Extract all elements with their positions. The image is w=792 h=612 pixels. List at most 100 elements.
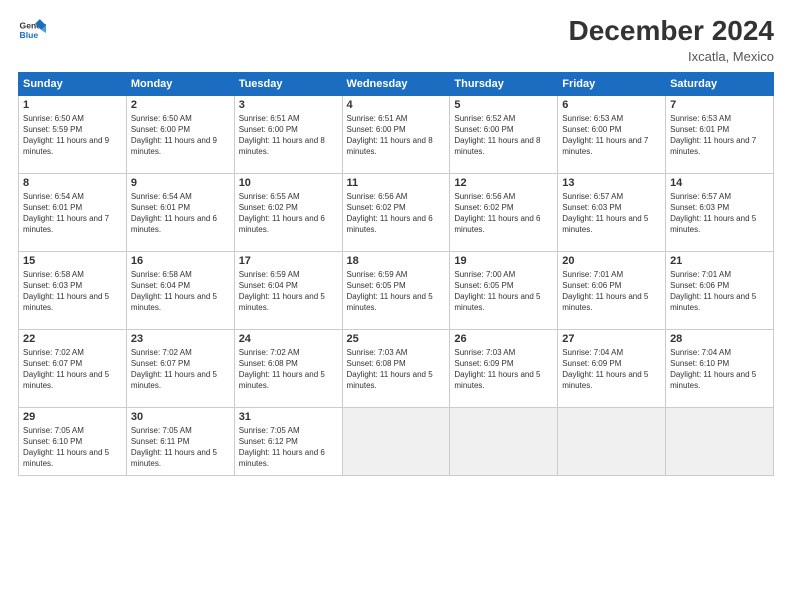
calendar-cell: 1 Sunrise: 6:50 AMSunset: 5:59 PMDaylight…	[19, 95, 127, 173]
day-number: 8	[23, 177, 122, 189]
day-info: Sunrise: 7:00 AMSunset: 6:05 PMDaylight:…	[454, 269, 553, 314]
subtitle: Ixcatla, Mexico	[569, 49, 774, 64]
day-info: Sunrise: 6:56 AMSunset: 6:02 PMDaylight:…	[454, 191, 553, 236]
calendar-cell: 31 Sunrise: 7:05 AMSunset: 6:12 PMDayligh…	[234, 407, 342, 475]
day-number: 11	[347, 177, 446, 189]
day-info: Sunrise: 7:01 AMSunset: 6:06 PMDaylight:…	[670, 269, 769, 314]
day-number: 14	[670, 177, 769, 189]
calendar-cell	[342, 407, 450, 475]
calendar-cell: 19 Sunrise: 7:00 AMSunset: 6:05 PMDayligh…	[450, 251, 558, 329]
calendar-cell: 16Sunrise: 6:58 AMSunset: 6:04 PMDayligh…	[126, 251, 234, 329]
day-info: Sunrise: 7:03 AMSunset: 6:08 PMDaylight:…	[347, 347, 446, 392]
calendar-cell: 24 Sunrise: 7:02 AMSunset: 6:08 PMDayligh…	[234, 329, 342, 407]
day-info: Sunrise: 6:57 AMSunset: 6:03 PMDaylight:…	[562, 191, 661, 236]
day-number: 18	[347, 255, 446, 267]
logo-icon: General Blue	[18, 16, 46, 44]
col-header-saturday: Saturday	[666, 72, 774, 95]
day-info: Sunrise: 6:53 AMSunset: 6:00 PMDaylight:…	[562, 113, 661, 158]
calendar-cell: 27 Sunrise: 7:04 AMSunset: 6:09 PMDayligh…	[558, 329, 666, 407]
svg-text:Blue: Blue	[20, 30, 39, 40]
day-info: Sunrise: 6:57 AMSunset: 6:03 PMDaylight:…	[670, 191, 769, 236]
day-number: 20	[562, 255, 661, 267]
day-info: Sunrise: 6:52 AMSunset: 6:00 PMDaylight:…	[454, 113, 553, 158]
calendar-cell: 3 Sunrise: 6:51 AMSunset: 6:00 PMDaylight…	[234, 95, 342, 173]
calendar-cell: 18 Sunrise: 6:59 AMSunset: 6:05 PMDayligh…	[342, 251, 450, 329]
page: General Blue December 2024 Ixcatla, Mexi…	[0, 0, 792, 612]
day-number: 9	[131, 177, 230, 189]
col-header-sunday: Sunday	[19, 72, 127, 95]
day-number: 2	[131, 99, 230, 111]
calendar-cell: 26 Sunrise: 7:03 AMSunset: 6:09 PMDayligh…	[450, 329, 558, 407]
day-info: Sunrise: 6:59 AMSunset: 6:05 PMDaylight:…	[347, 269, 446, 314]
day-number: 27	[562, 333, 661, 345]
day-number: 4	[347, 99, 446, 111]
day-number: 12	[454, 177, 553, 189]
calendar-table: SundayMondayTuesdayWednesdayThursdayFrid…	[18, 72, 774, 476]
day-info: Sunrise: 6:50 AMSunset: 6:00 PMDaylight:…	[131, 113, 230, 158]
day-info: Sunrise: 7:02 AMSunset: 6:07 PMDaylight:…	[23, 347, 122, 392]
day-info: Sunrise: 6:51 AMSunset: 6:00 PMDaylight:…	[239, 113, 338, 158]
day-info: Sunrise: 6:58 AMSunset: 6:03 PMDaylight:…	[23, 269, 122, 314]
title-block: December 2024 Ixcatla, Mexico	[569, 16, 774, 64]
calendar-cell: 20 Sunrise: 7:01 AMSunset: 6:06 PMDayligh…	[558, 251, 666, 329]
day-info: Sunrise: 7:05 AMSunset: 6:12 PMDaylight:…	[239, 425, 338, 470]
calendar-cell: 5 Sunrise: 6:52 AMSunset: 6:00 PMDaylight…	[450, 95, 558, 173]
day-number: 6	[562, 99, 661, 111]
day-info: Sunrise: 7:05 AMSunset: 6:10 PMDaylight:…	[23, 425, 122, 470]
calendar-cell: 4 Sunrise: 6:51 AMSunset: 6:00 PMDaylight…	[342, 95, 450, 173]
day-number: 7	[670, 99, 769, 111]
calendar-cell: 12 Sunrise: 6:56 AMSunset: 6:02 PMDayligh…	[450, 173, 558, 251]
calendar-cell: 9 Sunrise: 6:54 AMSunset: 6:01 PMDaylight…	[126, 173, 234, 251]
calendar-cell: 13Sunrise: 6:57 AMSunset: 6:03 PMDayligh…	[558, 173, 666, 251]
day-number: 17	[239, 255, 338, 267]
day-number: 31	[239, 411, 338, 423]
day-number: 16	[131, 255, 230, 267]
col-header-friday: Friday	[558, 72, 666, 95]
day-info: Sunrise: 7:04 AMSunset: 6:09 PMDaylight:…	[562, 347, 661, 392]
header: General Blue December 2024 Ixcatla, Mexi…	[18, 16, 774, 64]
day-number: 10	[239, 177, 338, 189]
day-number: 29	[23, 411, 122, 423]
col-header-tuesday: Tuesday	[234, 72, 342, 95]
day-info: Sunrise: 6:50 AMSunset: 5:59 PMDaylight:…	[23, 113, 122, 158]
day-info: Sunrise: 7:01 AMSunset: 6:06 PMDaylight:…	[562, 269, 661, 314]
day-number: 1	[23, 99, 122, 111]
calendar-cell: 22 Sunrise: 7:02 AMSunset: 6:07 PMDayligh…	[19, 329, 127, 407]
day-info: Sunrise: 6:59 AMSunset: 6:04 PMDaylight:…	[239, 269, 338, 314]
day-info: Sunrise: 7:02 AMSunset: 6:07 PMDaylight:…	[131, 347, 230, 392]
day-number: 21	[670, 255, 769, 267]
day-info: Sunrise: 6:55 AMSunset: 6:02 PMDaylight:…	[239, 191, 338, 236]
day-number: 23	[131, 333, 230, 345]
day-info: Sunrise: 6:54 AMSunset: 6:01 PMDaylight:…	[131, 191, 230, 236]
calendar-cell: 2 Sunrise: 6:50 AMSunset: 6:00 PMDaylight…	[126, 95, 234, 173]
col-header-monday: Monday	[126, 72, 234, 95]
day-number: 26	[454, 333, 553, 345]
day-info: Sunrise: 6:53 AMSunset: 6:01 PMDaylight:…	[670, 113, 769, 158]
calendar-cell: 25Sunrise: 7:03 AMSunset: 6:08 PMDayligh…	[342, 329, 450, 407]
day-number: 3	[239, 99, 338, 111]
day-number: 22	[23, 333, 122, 345]
calendar-cell: 8 Sunrise: 6:54 AMSunset: 6:01 PMDaylight…	[19, 173, 127, 251]
day-info: Sunrise: 7:03 AMSunset: 6:09 PMDaylight:…	[454, 347, 553, 392]
main-title: December 2024	[569, 16, 774, 47]
day-number: 24	[239, 333, 338, 345]
calendar-cell: 11Sunrise: 6:56 AMSunset: 6:02 PMDayligh…	[342, 173, 450, 251]
day-number: 15	[23, 255, 122, 267]
calendar-cell: 10 Sunrise: 6:55 AMSunset: 6:02 PMDayligh…	[234, 173, 342, 251]
col-header-thursday: Thursday	[450, 72, 558, 95]
calendar-cell: 14 Sunrise: 6:57 AMSunset: 6:03 PMDayligh…	[666, 173, 774, 251]
day-number: 28	[670, 333, 769, 345]
calendar-cell: 6 Sunrise: 6:53 AMSunset: 6:00 PMDaylight…	[558, 95, 666, 173]
day-number: 19	[454, 255, 553, 267]
calendar-cell: 23 Sunrise: 7:02 AMSunset: 6:07 PMDayligh…	[126, 329, 234, 407]
calendar-cell	[450, 407, 558, 475]
calendar-cell: 7 Sunrise: 6:53 AMSunset: 6:01 PMDaylight…	[666, 95, 774, 173]
day-number: 30	[131, 411, 230, 423]
calendar-cell	[666, 407, 774, 475]
day-number: 5	[454, 99, 553, 111]
calendar-cell: 21 Sunrise: 7:01 AMSunset: 6:06 PMDayligh…	[666, 251, 774, 329]
day-info: Sunrise: 6:51 AMSunset: 6:00 PMDaylight:…	[347, 113, 446, 158]
day-info: Sunrise: 7:02 AMSunset: 6:08 PMDaylight:…	[239, 347, 338, 392]
day-info: Sunrise: 6:54 AMSunset: 6:01 PMDaylight:…	[23, 191, 122, 236]
col-header-wednesday: Wednesday	[342, 72, 450, 95]
